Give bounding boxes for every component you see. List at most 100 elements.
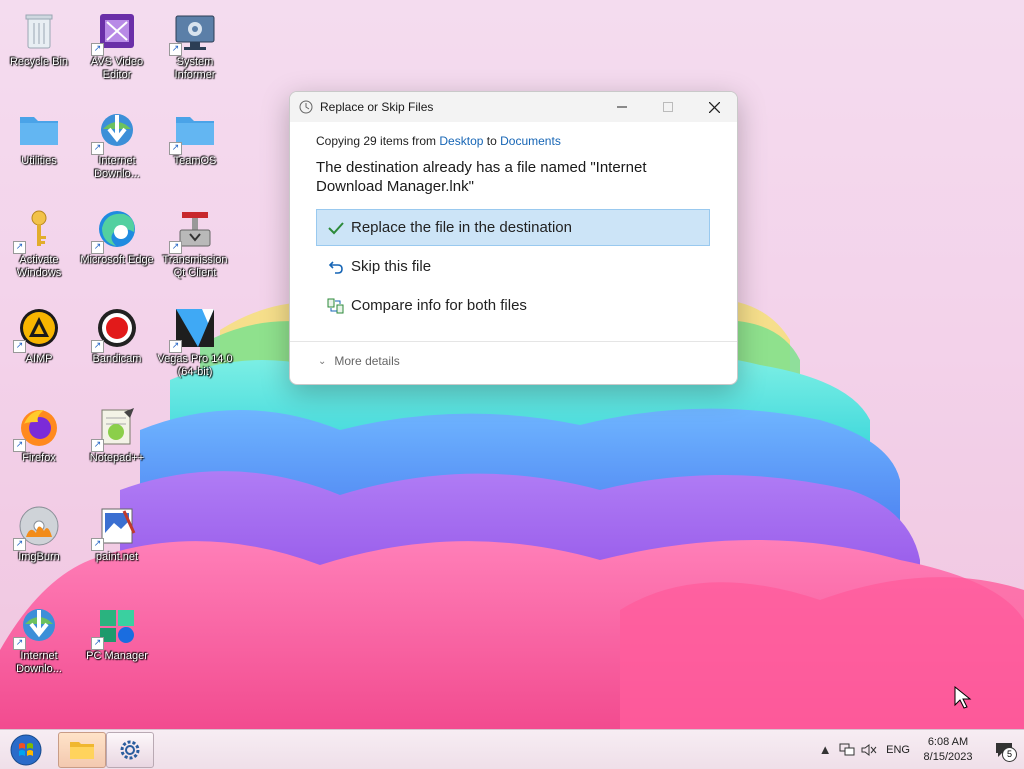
clock[interactable]: 6:08 AM 8/15/2023 bbox=[918, 735, 978, 765]
desktop-icon-label: Utilities bbox=[21, 155, 57, 167]
chevron-down-icon: ⌄ bbox=[318, 355, 327, 367]
skip-file-option[interactable]: Skip this file bbox=[316, 248, 710, 285]
taskbar: ▲ ENG 6:08 AM 8/15/2023 5 bbox=[0, 729, 1024, 769]
desktop-icon-label: AVS Video Editor bbox=[90, 56, 144, 81]
gear-icon bbox=[120, 740, 140, 760]
chevron-up-icon[interactable]: ▲ bbox=[814, 740, 836, 760]
close-button[interactable] bbox=[691, 92, 737, 122]
desktop-icon-paint-net[interactable]: ↗ paint.net bbox=[78, 495, 156, 587]
shortcut-arrow-icon: ↗ bbox=[13, 538, 26, 551]
desktop-icon-label: Notepad++ bbox=[89, 452, 145, 464]
desktop-icon-label: Recycle Bin bbox=[9, 56, 69, 68]
desktop-icon-internet-download-manager[interactable]: ↗ Internet Downlo... bbox=[78, 99, 156, 191]
conflict-message: The destination already has a file named… bbox=[316, 159, 647, 195]
network-icon[interactable] bbox=[836, 740, 858, 760]
vegas-pro-icon: ↗ bbox=[169, 305, 218, 353]
desktop-icon-vegas-pro[interactable]: ↗ Vegas Pro 14.0 (64-bit) bbox=[156, 297, 234, 389]
desktop-icon-label: System Informer bbox=[174, 56, 216, 81]
desktop-icon-system-informer[interactable]: ↗ System Informer bbox=[156, 0, 234, 92]
speaker-muted-icon[interactable] bbox=[858, 740, 880, 760]
start-button[interactable] bbox=[4, 732, 48, 767]
pc-manager-icon: ↗ bbox=[91, 602, 140, 650]
shortcut-arrow-icon: ↗ bbox=[169, 43, 182, 56]
shortcut-arrow-icon: ↗ bbox=[91, 142, 104, 155]
desktop-icon-bandicam[interactable]: ↗ Bandicam bbox=[78, 297, 156, 389]
shortcut-arrow-icon: ↗ bbox=[13, 241, 26, 254]
compare-files-option[interactable]: Compare info for both files bbox=[316, 287, 710, 324]
notepad-plus-plus-icon: ↗ bbox=[91, 404, 140, 452]
compare-icon bbox=[325, 296, 347, 316]
windows-orb-icon bbox=[10, 734, 42, 765]
edge-browser-icon: ↗ bbox=[91, 206, 140, 254]
checkmark-icon bbox=[325, 218, 347, 238]
transmission-icon: ↗ bbox=[169, 206, 218, 254]
folder-icon bbox=[70, 742, 94, 759]
dialog-titlebar[interactable]: Replace or Skip Files bbox=[290, 92, 737, 122]
notification-count-badge: 5 bbox=[1002, 746, 1017, 762]
taskbar-file-explorer-button[interactable] bbox=[58, 732, 106, 768]
desktop-icon-utilities[interactable]: Utilities bbox=[0, 99, 78, 191]
minimize-button[interactable] bbox=[599, 92, 645, 122]
more-details-toggle[interactable]: ⌄ More details bbox=[318, 354, 400, 368]
clock-time: 6:08 AM bbox=[927, 735, 969, 748]
replace-file-label: Replace the file in the destination bbox=[351, 219, 572, 236]
desktop-icon-label: ImgBurn bbox=[18, 551, 60, 563]
globe-download-icon: ↗ bbox=[13, 602, 62, 650]
shortcut-arrow-icon: ↗ bbox=[91, 538, 104, 551]
destination-folder-link[interactable]: Documents bbox=[500, 134, 561, 148]
compare-files-label: Compare info for both files bbox=[351, 297, 527, 314]
monitor-gear-icon: ↗ bbox=[169, 8, 218, 56]
dialog-divider bbox=[290, 341, 737, 342]
record-icon: ↗ bbox=[91, 305, 140, 353]
maximize-icon bbox=[663, 102, 673, 112]
maximize-button[interactable] bbox=[645, 92, 691, 122]
desktop-icon-label: TeamOS bbox=[173, 155, 217, 167]
shortcut-arrow-icon: ↗ bbox=[13, 439, 26, 452]
desktop-icon-microsoft-edge[interactable]: ↗ Microsoft Edge bbox=[78, 198, 156, 290]
folder-icon: ↗ bbox=[169, 107, 218, 155]
mouse-cursor-icon bbox=[954, 686, 972, 709]
desktop-icon-activate-windows[interactable]: ↗ Activate Windows bbox=[0, 198, 78, 290]
undo-arrow-icon bbox=[325, 257, 347, 277]
shortcut-arrow-icon: ↗ bbox=[13, 637, 26, 650]
desktop-icon-label: Bandicam bbox=[92, 353, 142, 365]
desktop-icon-label: Internet Downlo... bbox=[94, 155, 140, 180]
desktop-icon-recycle-bin[interactable]: Recycle Bin bbox=[0, 0, 78, 92]
desktop-icon-label: PC Manager bbox=[86, 650, 148, 662]
recycle-bin-icon bbox=[16, 8, 62, 54]
shortcut-arrow-icon: ↗ bbox=[91, 43, 104, 56]
replace-file-option[interactable]: Replace the file in the destination bbox=[316, 209, 710, 246]
skip-file-label: Skip this file bbox=[351, 258, 432, 275]
desktop-icon-label: Activate Windows bbox=[16, 254, 62, 279]
desktop-icon-label: Internet Downlo... bbox=[16, 650, 62, 675]
desktop-icon-pc-manager[interactable]: ↗ PC Manager bbox=[78, 594, 156, 686]
system-tray: ▲ ENG 6:08 AM 8/15/2023 5 bbox=[814, 730, 1024, 769]
desktop-icon-aimp[interactable]: ↗ AIMP bbox=[0, 297, 78, 389]
desktop-icon-transmission[interactable]: ↗ Transmission Qt Client bbox=[156, 198, 234, 290]
desktop-icon-avs-video-editor[interactable]: ↗ AVS Video Editor bbox=[78, 0, 156, 92]
language-indicator[interactable]: ENG bbox=[886, 744, 910, 756]
shortcut-arrow-icon: ↗ bbox=[169, 340, 182, 353]
desktop-icon-teamos[interactable]: ↗ TeamOS bbox=[156, 99, 234, 191]
desktop-icon-internet-download-manager-2[interactable]: ↗ Internet Downlo... bbox=[0, 594, 78, 686]
shortcut-arrow-icon: ↗ bbox=[13, 340, 26, 353]
desktop-icon-firefox[interactable]: ↗ Firefox bbox=[0, 396, 78, 488]
taskbar-settings-button[interactable] bbox=[106, 732, 154, 768]
shortcut-arrow-icon: ↗ bbox=[91, 340, 104, 353]
replace-or-skip-dialog: Replace or Skip Files Copying 29 items f… bbox=[289, 91, 738, 385]
notification-center-button[interactable]: 5 bbox=[990, 736, 1018, 764]
desktop-icon-notepad-plus-plus[interactable]: ↗ Notepad++ bbox=[78, 396, 156, 488]
globe-download-icon: ↗ bbox=[91, 107, 140, 155]
desktop-icon-imgburn[interactable]: ↗ ImgBurn bbox=[0, 495, 78, 587]
desktop-icon-label: Firefox bbox=[22, 452, 56, 464]
desktop-icon-label: AIMP bbox=[25, 353, 53, 365]
disc-burn-icon: ↗ bbox=[13, 503, 62, 551]
clock-icon bbox=[299, 100, 313, 114]
more-details-label: More details bbox=[334, 354, 400, 368]
firefox-icon: ↗ bbox=[13, 404, 62, 452]
source-folder-link[interactable]: Desktop bbox=[439, 134, 483, 148]
shortcut-arrow-icon: ↗ bbox=[91, 439, 104, 452]
folder-icon bbox=[16, 107, 62, 153]
desktop-icon-label: paint.net bbox=[95, 551, 139, 563]
copy-summary: Copying 29 items from Desktop to Documen… bbox=[316, 134, 561, 148]
